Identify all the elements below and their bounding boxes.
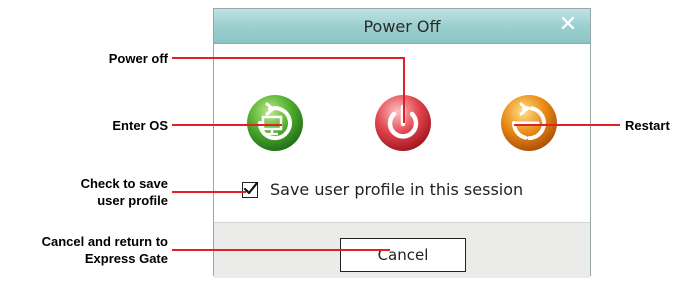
cancel-button[interactable]: Cancel: [340, 238, 466, 272]
save-profile-checkbox[interactable]: [242, 181, 259, 198]
callout-cancel-line2: Express Gate: [84, 251, 168, 266]
monitor-icon: [247, 95, 303, 151]
power-off-button[interactable]: [374, 94, 432, 152]
checkmark-icon: [243, 181, 259, 194]
callout-save-profile-line1: Check to save: [80, 176, 168, 191]
power-icon: [375, 95, 431, 151]
callout-cancel-line1: Cancel and return to: [41, 234, 168, 249]
callout-restart: Restart: [625, 118, 670, 133]
dialog-footer: Cancel: [214, 222, 590, 278]
enter-os-button[interactable]: [246, 94, 304, 152]
cancel-button-label: Cancel: [377, 246, 429, 264]
restart-icon: [501, 95, 557, 151]
save-profile-row: Save user profile in this session: [242, 180, 523, 199]
callout-save-profile-line2: user profile: [97, 193, 168, 208]
callout-save-profile: Check to save user profile: [20, 175, 168, 209]
power-off-dialog: Power Off ✕ Save user profile in this se…: [213, 8, 591, 278]
callout-power-off: Power off: [108, 51, 168, 66]
restart-button[interactable]: [500, 94, 558, 152]
dialog-title: Power Off: [363, 16, 441, 36]
save-profile-label: Save user profile in this session: [270, 180, 524, 199]
callout-cancel: Cancel and return to Express Gate: [0, 233, 168, 267]
dialog-titlebar: Power Off ✕: [214, 9, 590, 44]
close-icon[interactable]: ✕: [556, 13, 580, 37]
dialog-body: Save user profile in this session: [214, 44, 590, 222]
callout-enter-os: Enter OS: [112, 118, 168, 133]
